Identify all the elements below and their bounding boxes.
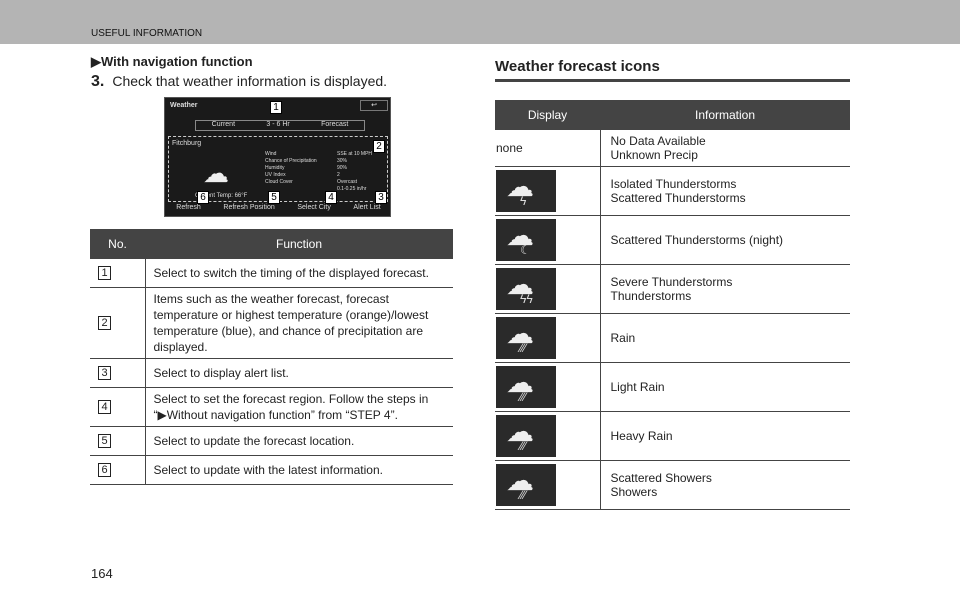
info-line: Light Rain (610, 379, 665, 394)
city: Fitchburg (172, 140, 202, 147)
row-number: 4 (98, 400, 111, 414)
page-number: 164 (91, 566, 113, 581)
callout-6: 6 (197, 191, 209, 204)
info-line: Severe Thunderstorms (610, 274, 733, 289)
col-display: Display (495, 100, 600, 130)
row-number: 1 (98, 266, 111, 281)
col-function: Function (145, 229, 453, 259)
info-line: Unknown Precip (610, 147, 698, 162)
thunderstorm-icon: ☁ ϟ (496, 169, 556, 212)
display-text: none (496, 140, 523, 155)
function-table: No. Function 1 Select to switch the timing… (90, 229, 453, 485)
info-line: Scattered Thunderstorms (night) (610, 232, 784, 247)
screen-title: Weather (170, 102, 198, 109)
table-row: 1 Select to switch the timing of the disp… (90, 259, 453, 288)
table-row: 5 Select to update the forecast location. (90, 426, 453, 456)
callout-1: 1 (270, 101, 282, 114)
row-function: Select to switch the timing of the displ… (145, 259, 453, 288)
light-rain-icon: ☁ ⁄⁄⁄ (496, 365, 556, 408)
severe-thunderstorm-icon: ☁ ϟϟ (496, 267, 556, 310)
col-no: No. (90, 229, 145, 259)
thunderstorm-night-icon: ☁ ☾ (496, 218, 556, 261)
section-title: USEFUL INFORMATION (91, 28, 203, 39)
weather-values: SSE at 10 MPH 30% 90% 2 Overcast 0.1-0.25 in/… (337, 151, 373, 192)
row-function: Select to set the forecast region. Follo… (145, 387, 453, 427)
subheading: ▶With navigation function (91, 54, 253, 69)
info-line: Thunderstorms (610, 288, 692, 303)
row-function: Items such as the weather forecast, fore… (145, 287, 453, 359)
info-line: Scattered Thunderstorms (610, 190, 746, 205)
table-row: ☁ ⁄⁄⁄ Scattered Showers Showers (495, 460, 850, 510)
callout-4: 4 (325, 191, 337, 204)
section-heading: Weather forecast icons (495, 58, 850, 82)
back-icon: ↩ (360, 100, 388, 111)
row-function: Select to display alert list. (145, 358, 453, 388)
tab-3-6hr: 3 - 6 Hr (266, 121, 290, 128)
callout-2: 2 (373, 140, 385, 153)
table-row: 4 Select to set the forecast region. Foll… (90, 387, 453, 427)
weather-screen-image: Weather ↩ Current 3 - 6 Hr Forecast Fitchb… (164, 97, 391, 217)
table-row: ☁ ⁄⁄⁄ Rain (495, 313, 850, 363)
step-number: 3. (91, 73, 105, 90)
step-3: 3. Check that weather information is disp… (91, 73, 387, 91)
callout-5: 5 (268, 191, 280, 204)
table-row: ☁ ϟ Isolated Thunderstorms Scattered Thunde… (495, 166, 850, 216)
info-line: Isolated Thunderstorms (610, 176, 737, 191)
info-line: No Data Available (610, 133, 706, 148)
cloud-moon-icon: ☁ (203, 158, 229, 188)
icon-table: Display Information none No Data Available… (495, 100, 850, 510)
header-bar: USEFUL INFORMATION (0, 0, 960, 44)
screen-buttons: Refresh Refresh Position Select City Alert … (176, 204, 381, 211)
table-row: 2 Items such as the weather forecast, for… (90, 287, 453, 359)
info-line: Rain (610, 330, 636, 345)
table-row: ☁ ☾ Scattered Thunderstorms (night) (495, 215, 850, 265)
col-information: Information (600, 100, 850, 130)
row-function: Select to update the forecast location. (145, 426, 453, 456)
heavy-rain-icon: ☁ ⁄⁄⁄ (496, 414, 556, 457)
step-text: Check that weather information is displa… (112, 73, 388, 89)
row-number: 6 (98, 463, 111, 477)
row-number: 2 (98, 316, 111, 330)
screen-tabs: Current 3 - 6 Hr Forecast (195, 120, 365, 131)
info-line: Heavy Rain (610, 428, 673, 443)
tab-current: Current (211, 121, 236, 128)
row-number: 3 (98, 366, 111, 380)
info-line: Scattered Showers (610, 470, 712, 485)
table-row: none No Data Available Unknown Precip (495, 130, 850, 167)
row-function: Select to update with the latest informa… (145, 455, 453, 485)
info-line: Showers (610, 484, 658, 499)
table-row: ☁ ⁄⁄⁄ Heavy Rain (495, 411, 850, 461)
weather-labels: Wind Chance of Precipitation Humidity UV In… (265, 151, 317, 185)
table-row: 6 Select to update with the latest inform… (90, 455, 453, 485)
table-row: 3 Select to display alert list. (90, 358, 453, 388)
table-row: ☁ ⁄⁄⁄ Light Rain (495, 362, 850, 412)
rain-icon: ☁ ⁄⁄⁄ (496, 316, 556, 359)
row-number: 5 (98, 434, 111, 448)
tab-forecast: Forecast (321, 121, 349, 128)
callout-3: 3 (375, 191, 387, 204)
table-row: ☁ ϟϟ Severe Thunderstorms Thunderstorms (495, 264, 850, 314)
showers-icon: ☁ ⁄⁄⁄ (496, 463, 556, 506)
